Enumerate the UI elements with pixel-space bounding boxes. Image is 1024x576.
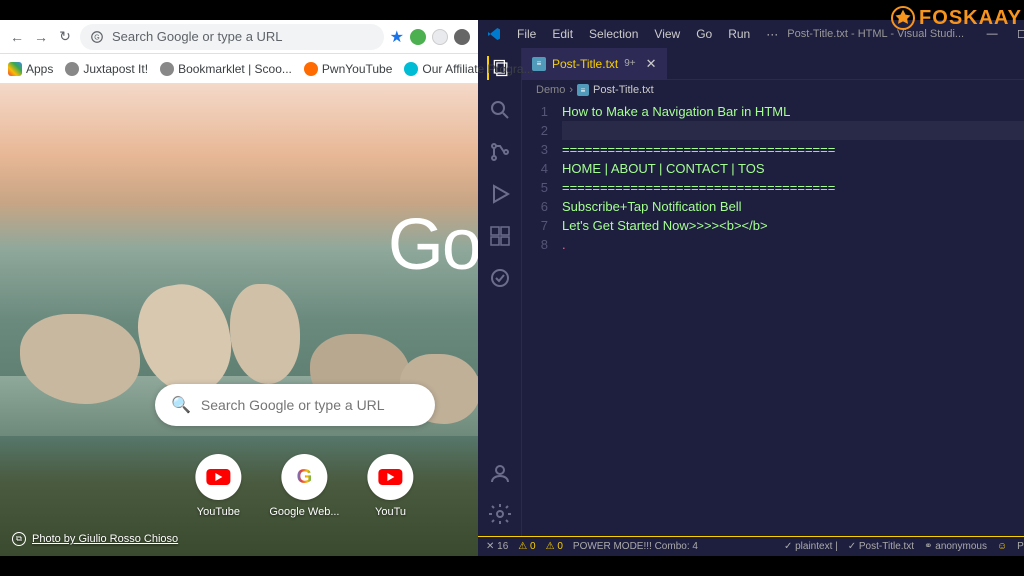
tab-filename: Post-Title.txt: [552, 57, 618, 71]
activity-bar: [478, 48, 522, 536]
chrome-toolbar: ← → ↻ G Search Google or type a URL ★: [0, 20, 478, 54]
bookmark-label: Apps: [26, 62, 53, 76]
code-line: How to Make a Navigation Bar in HTML: [562, 104, 790, 119]
youtube-icon: [206, 469, 230, 485]
extension-icon-3[interactable]: [454, 29, 470, 45]
liveshare-icon[interactable]: [488, 266, 512, 290]
menu-selection[interactable]: Selection: [582, 23, 645, 45]
status-port[interactable]: Port : 5500: [1017, 541, 1024, 552]
bookmark-pwnyoutube[interactable]: PwnYouTube: [304, 62, 393, 76]
breadcrumb-file[interactable]: Post-Title.txt: [593, 84, 654, 96]
new-tab-page: Goo 🔍 Search Google or type a URL YouTub…: [0, 84, 478, 556]
search-icon: 🔍: [171, 395, 191, 415]
menu-edit[interactable]: Edit: [545, 23, 580, 45]
menu-run[interactable]: Run: [721, 23, 757, 45]
bookmark-apps[interactable]: Apps: [8, 62, 53, 76]
forward-button[interactable]: →: [32, 28, 50, 46]
shortcut-youtube-2[interactable]: YouTu: [368, 454, 414, 518]
watermark-icon: [891, 6, 915, 30]
bookmark-affiliate[interactable]: Our Affiliate Progra...: [404, 62, 533, 76]
file-icon: ≡: [532, 57, 546, 71]
watermark-text: FOSKAAY: [919, 7, 1022, 30]
code-line: ====================================: [562, 180, 835, 195]
status-language[interactable]: ✓ plaintext |: [784, 541, 838, 552]
svg-text:G: G: [94, 34, 99, 41]
file-icon: ≡: [577, 84, 589, 96]
bookmark-icon: [160, 62, 174, 76]
extensions-icon[interactable]: [488, 224, 512, 248]
code-line: [562, 121, 1024, 140]
extension-icon-1[interactable]: [410, 29, 426, 45]
address-placeholder: Search Google or type a URL: [112, 29, 283, 44]
tab-modified-badge: 9+: [624, 58, 635, 69]
bookmark-label: Bookmarklet | Scoo...: [178, 62, 292, 76]
status-errors[interactable]: ✕ 16: [486, 541, 508, 552]
tab-post-title[interactable]: ≡ Post-Title.txt 9+ ✕: [522, 48, 667, 80]
bookmark-label: PwnYouTube: [322, 62, 393, 76]
shortcut-youtube[interactable]: YouTube: [195, 454, 241, 518]
status-feedback-icon[interactable]: ☺: [997, 541, 1007, 552]
code-editor[interactable]: 12345678 How to Make a Navigation Bar in…: [522, 100, 1024, 536]
editor-tabs: ≡ Post-Title.txt 9+ ✕ ◫ ···: [522, 48, 1024, 80]
bookmark-icon: [65, 62, 79, 76]
google-icon: G: [90, 30, 104, 44]
shortcut-label: YouTube: [197, 506, 240, 518]
bookmark-icon: [404, 62, 418, 76]
youtube-icon: [379, 469, 403, 485]
code-line: .: [562, 237, 566, 252]
link-icon: ⧉: [12, 532, 26, 546]
search-icon[interactable]: [488, 98, 512, 122]
account-icon[interactable]: [488, 462, 512, 486]
tab-close-icon[interactable]: ✕: [646, 56, 657, 72]
line-gutter: 12345678: [522, 100, 562, 536]
bookmark-bookmarklet[interactable]: Bookmarklet | Scoo...: [160, 62, 292, 76]
google-icon: G: [297, 466, 313, 489]
status-bar: ✕ 16 ⚠ 0 ⚠ 0 POWER MODE!!! Combo: 4 ✓ pl…: [478, 536, 1024, 556]
chrome-window: ← → ↻ G Search Google or type a URL ★ Ap…: [0, 20, 478, 556]
vscode-icon: [486, 26, 502, 42]
back-button[interactable]: ←: [8, 28, 26, 46]
code-line: HOME | ABOUT | CONTACT | TOS: [562, 161, 765, 176]
bookmark-label: Juxtapost It!: [83, 62, 148, 76]
menu-view[interactable]: View: [647, 23, 687, 45]
menu-more[interactable]: ···: [759, 23, 785, 45]
search-placeholder: Search Google or type a URL: [201, 397, 385, 413]
bookmarks-bar: Apps Juxtapost It! Bookmarklet | Scoo...…: [0, 54, 478, 84]
bookmark-label: Our Affiliate Progra...: [422, 62, 533, 76]
breadcrumb-folder[interactable]: Demo: [536, 84, 565, 96]
reload-button[interactable]: ↻: [56, 28, 74, 46]
shortcut-label: Google Web...: [269, 506, 339, 518]
status-filename[interactable]: ✓ Post-Title.txt: [848, 541, 914, 552]
google-logo: Goo: [388, 204, 478, 286]
code-line: Let's Get Started Now>>>><b></b>: [562, 218, 768, 233]
debug-icon[interactable]: [488, 182, 512, 206]
status-warnings-2[interactable]: ⚠ 0: [546, 541, 563, 552]
apps-icon: [8, 62, 22, 76]
vscode-window: File Edit Selection View Go Run ··· Post…: [478, 20, 1024, 556]
photo-credit[interactable]: ⧉ Photo by Giulio Rosso Chioso: [12, 532, 178, 546]
status-liveshare[interactable]: ⚭ anonymous: [924, 541, 987, 552]
watermark-logo: FOSKAAY: [891, 6, 1022, 30]
breadcrumbs[interactable]: Demo › ≡Post-Title.txt: [522, 80, 1024, 100]
shortcut-google-web[interactable]: G Google Web...: [269, 454, 339, 518]
bookmark-icon: [304, 62, 318, 76]
bookmark-juxtapost[interactable]: Juxtapost It!: [65, 62, 148, 76]
status-warnings[interactable]: ⚠ 0: [518, 541, 535, 552]
code-line: Subscribe+Tap Notification Bell: [562, 199, 742, 214]
code-content[interactable]: How to Make a Navigation Bar in HTML ===…: [562, 100, 1024, 536]
extension-icon-2[interactable]: [432, 29, 448, 45]
code-line: ====================================: [562, 142, 835, 157]
menu-file[interactable]: File: [510, 23, 543, 45]
source-control-icon[interactable]: [488, 140, 512, 164]
shortcuts-row: YouTube G Google Web... YouTu: [195, 454, 413, 518]
status-powermode[interactable]: POWER MODE!!! Combo: 4: [573, 541, 698, 552]
bookmark-star-icon[interactable]: ★: [390, 27, 404, 47]
menu-go[interactable]: Go: [689, 23, 719, 45]
shortcut-label: YouTu: [375, 506, 406, 518]
settings-icon[interactable]: [488, 502, 512, 526]
credit-text: Photo by Giulio Rosso Chioso: [32, 533, 178, 545]
address-bar[interactable]: G Search Google or type a URL: [80, 24, 384, 50]
search-box[interactable]: 🔍 Search Google or type a URL: [155, 384, 435, 426]
